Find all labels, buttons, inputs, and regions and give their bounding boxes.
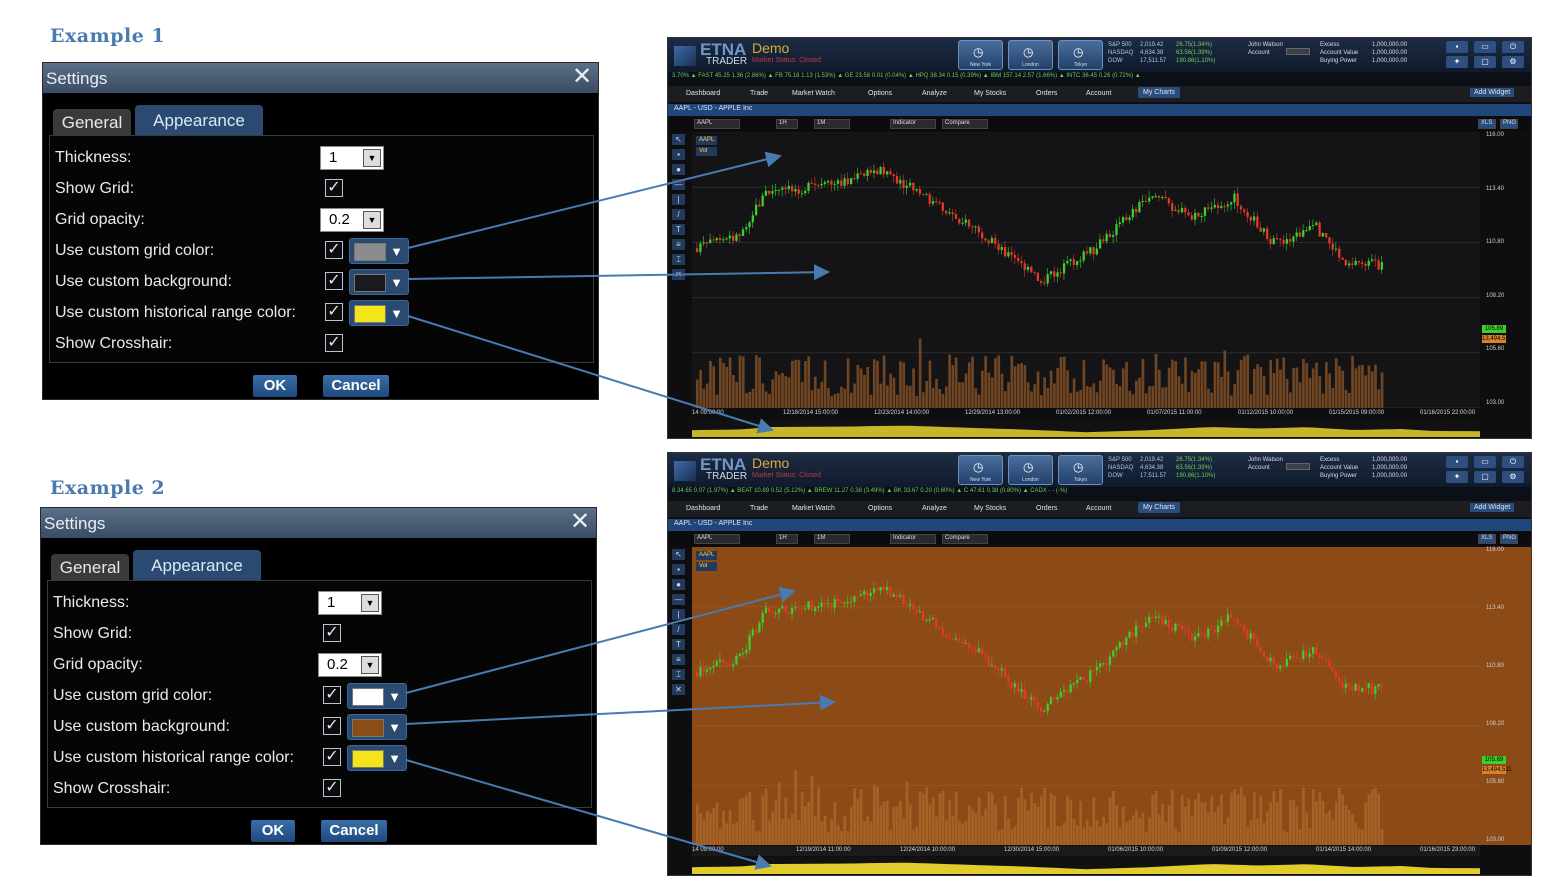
arrow-range-color-1 <box>407 315 774 434</box>
arrow-background-1 <box>407 264 830 281</box>
connector-arrows <box>405 151 836 870</box>
arrow-grid-color-1 <box>407 151 782 249</box>
arrow-grid-color-2 <box>405 586 796 694</box>
arrow-range-color-2 <box>405 759 772 870</box>
arrow-background-2 <box>405 694 836 725</box>
page: Example 1 Settings ✕ General Appearance … <box>0 0 1550 888</box>
